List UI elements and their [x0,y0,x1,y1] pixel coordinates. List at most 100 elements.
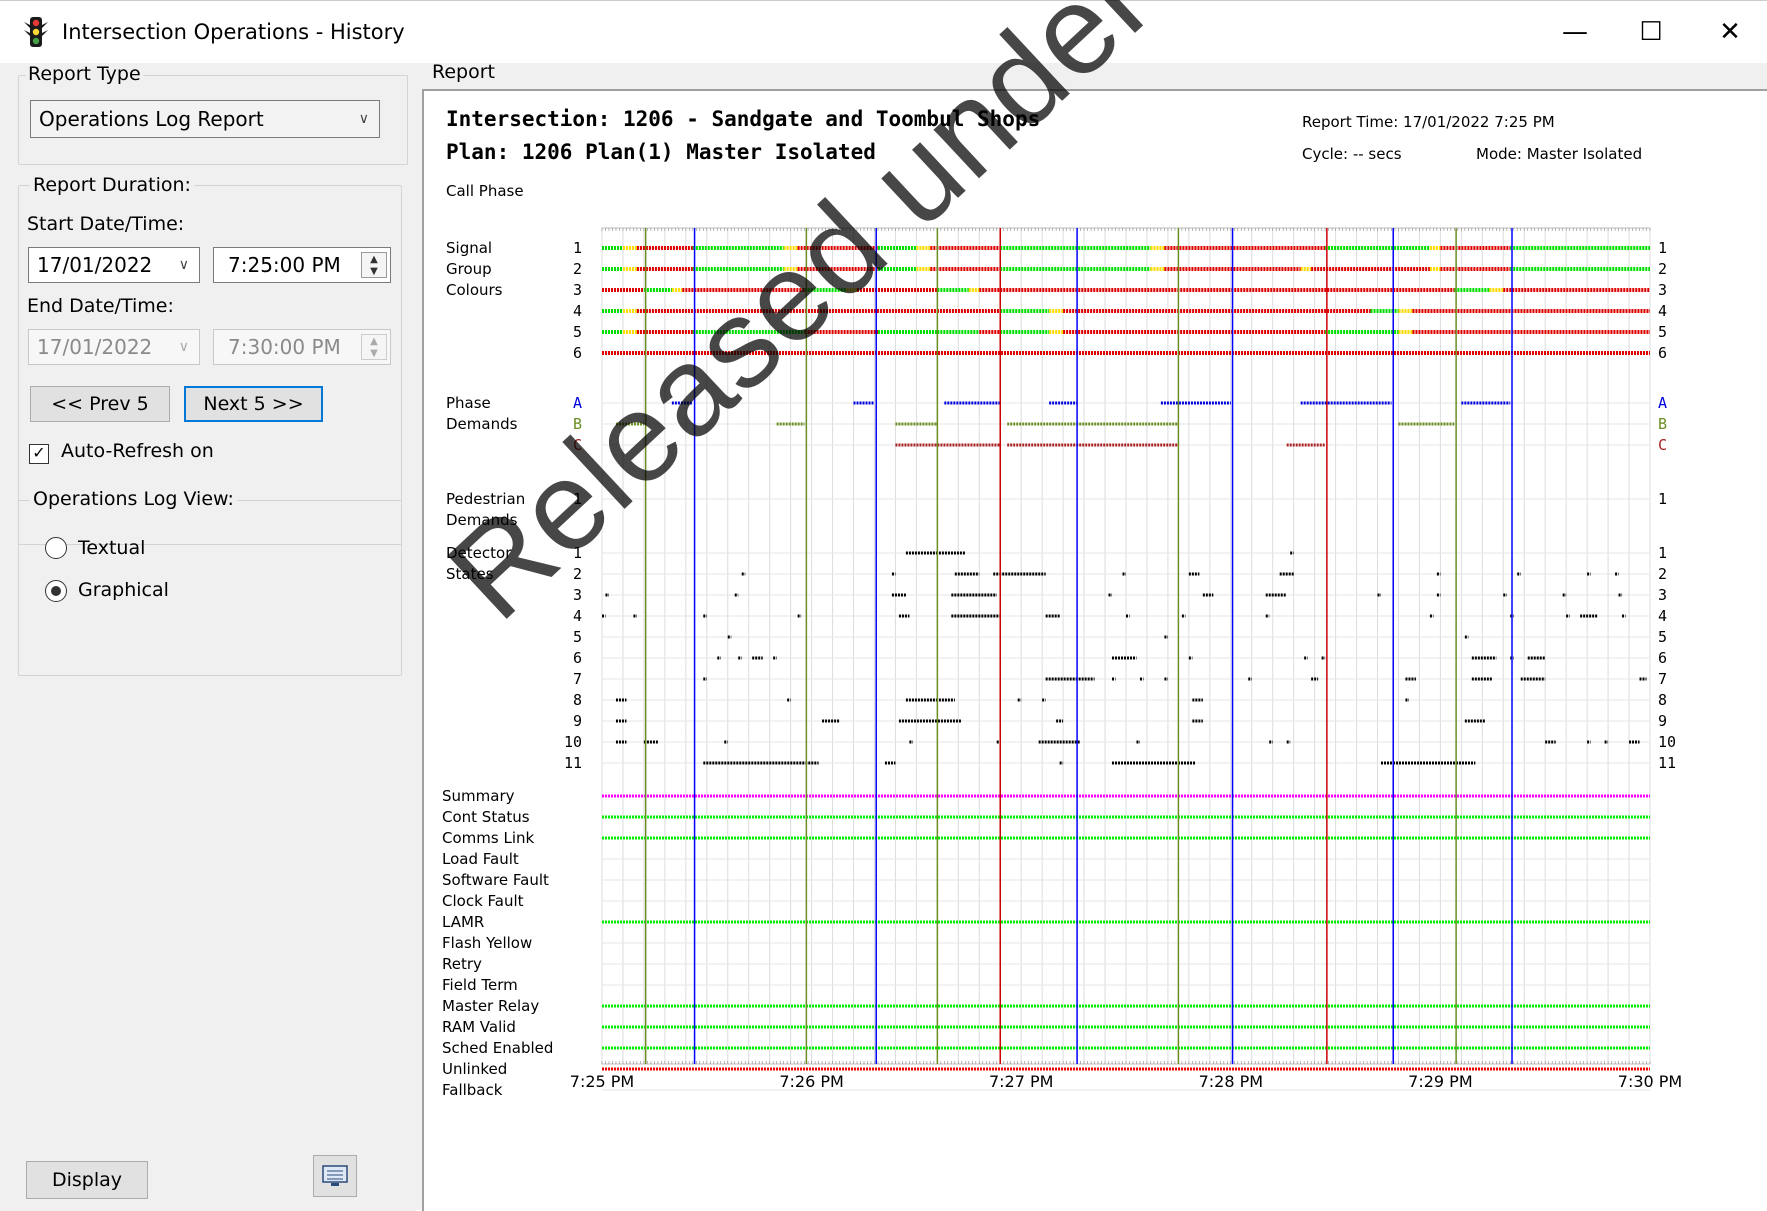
signal-group-1-left: 1 [573,239,582,257]
status-label: RAM Valid [442,1018,516,1036]
start-time-value: 7:25:00 PM [228,253,341,277]
status-label: Flash Yellow [442,934,532,952]
detector-4-right: 4 [1658,607,1667,625]
phase-demand-label-0: Phase [446,394,491,412]
x-tick-label: 7:27 PM [989,1072,1053,1091]
detector-states-label-1: States [446,565,494,583]
report-pane: Intersection: 1206 - Sandgate and Toombu… [422,89,1767,1211]
pedestrian-demand-label-0: Pedestrian [446,490,525,508]
detector-10-left: 10 [564,733,582,751]
auto-refresh-label: Auto-Refresh on [61,440,214,462]
mode-label: Mode: Master Isolated [1476,145,1642,163]
chart-title: Intersection: 1206 - Sandgate and Toombu… [446,107,1040,131]
maximize-button[interactable]: ☐ [1621,13,1681,51]
status-label: Load Fault [442,850,519,868]
detector-1-right: 1 [1658,544,1667,562]
phase-A-left: A [573,394,582,412]
status-label: Comms Link [442,829,534,847]
signal-group-6-right: 6 [1658,344,1667,362]
phase-demand-label-1: Demands [446,415,518,433]
detector-6-right: 6 [1658,649,1667,667]
phase-A-right: A [1658,394,1667,412]
signal-group-6-left: 6 [573,344,582,362]
report-type-value: Operations Log Report [39,107,264,131]
x-tick-label: 7:30 PM [1618,1072,1682,1091]
detector-8-right: 8 [1658,691,1667,709]
end-date-value: 17/01/2022 [37,335,153,359]
status-label: Master Relay [442,997,539,1015]
minimize-button[interactable]: — [1545,13,1605,51]
close-button[interactable]: ✕ [1700,13,1760,51]
start-datetime-label: Start Date/Time: [27,213,185,235]
textual-radio[interactable] [45,537,67,559]
signal-group-2-left: 2 [573,260,582,278]
status-label: Summary [442,787,515,805]
detector-2-right: 2 [1658,565,1667,583]
signal-group-4-left: 4 [573,302,582,320]
signal-group-label-0: Signal [446,239,492,257]
signal-group-2-right: 2 [1658,260,1667,278]
report-time: Report Time: 17/01/2022 7:25 PM [1302,113,1555,131]
start-date-picker[interactable]: 17/01/2022 ∨ [28,247,200,283]
prev-5-button[interactable]: << Prev 5 [30,386,170,422]
status-label: LAMR [442,913,484,931]
chevron-down-icon: ∨ [178,339,189,355]
end-time-field: 7:30:00 PM ▲ ▼ [213,329,391,365]
start-time-field[interactable]: 7:25:00 PM ▲ ▼ [213,247,391,283]
pedestrian-1-left: 1 [573,490,582,508]
status-label: Software Fault [442,871,549,889]
app-window: Intersection Operations - History — ☐ ✕ … [0,0,1767,1211]
signal-group-label-1: Group [446,260,492,278]
x-tick-label: 7:26 PM [779,1072,843,1091]
phase-B-right: B [1658,415,1667,433]
traffic-light-icon [24,17,48,47]
x-tick-label: 7:25 PM [570,1072,634,1091]
auto-refresh-checkbox[interactable]: ✓ [29,444,49,464]
start-time-spinner[interactable]: ▲ ▼ [361,252,387,278]
monitor-icon [322,1165,348,1186]
operations-log-chart: Intersection: 1206 - Sandgate and Toombu… [442,107,1682,1099]
status-label: Clock Fault [442,892,524,910]
detector-5-right: 5 [1658,628,1667,646]
phase-C-left: C [573,436,582,454]
detector-4-left: 4 [573,607,582,625]
graphical-radio[interactable] [45,580,67,602]
export-button[interactable] [313,1155,357,1197]
signal-group-5-left: 5 [573,323,582,341]
start-date-value: 17/01/2022 [37,253,153,277]
status-label: Fallback [442,1081,503,1099]
detector-3-right: 3 [1658,586,1667,604]
signal-group-3-right: 3 [1658,281,1667,299]
detector-9-left: 9 [573,712,582,730]
call-phase-label: Call Phase [446,182,524,200]
chevron-down-icon: ∨ [358,111,369,127]
status-label: Sched Enabled [442,1039,553,1057]
status-label: Field Term [442,976,518,994]
report-duration-label: Report Duration: [30,174,194,196]
end-datetime-label: End Date/Time: [27,295,174,317]
detector-11-left: 11 [564,754,582,772]
status-label: Retry [442,955,482,973]
title-bar: Intersection Operations - History — ☐ ✕ [0,1,1767,63]
graphical-label: Graphical [78,579,169,601]
left-pane: Report Type Operations Log Report ∨ Repo… [0,63,416,1211]
display-button[interactable]: Display [26,1161,148,1199]
detector-6-left: 6 [573,649,582,667]
end-date-picker: 17/01/2022 ∨ [28,329,200,365]
textual-label: Textual [78,537,146,559]
detector-9-right: 9 [1658,712,1667,730]
report-type-select[interactable]: Operations Log Report ∨ [30,100,380,138]
window-title: Intersection Operations - History [62,20,405,44]
operations-log-view-group [18,500,402,676]
signal-group-5-right: 5 [1658,323,1667,341]
report-type-label: Report Type [26,63,143,85]
detector-11-right: 11 [1658,754,1676,772]
x-tick-label: 7:29 PM [1408,1072,1472,1091]
end-time-spinner: ▲ ▼ [361,334,387,360]
report-label: Report [432,61,495,83]
detector-10-right: 10 [1658,733,1676,751]
next-5-button[interactable]: Next 5 >> [184,386,323,422]
detector-1-left: 1 [573,544,582,562]
end-time-value: 7:30:00 PM [228,335,341,359]
detector-2-left: 2 [573,565,582,583]
